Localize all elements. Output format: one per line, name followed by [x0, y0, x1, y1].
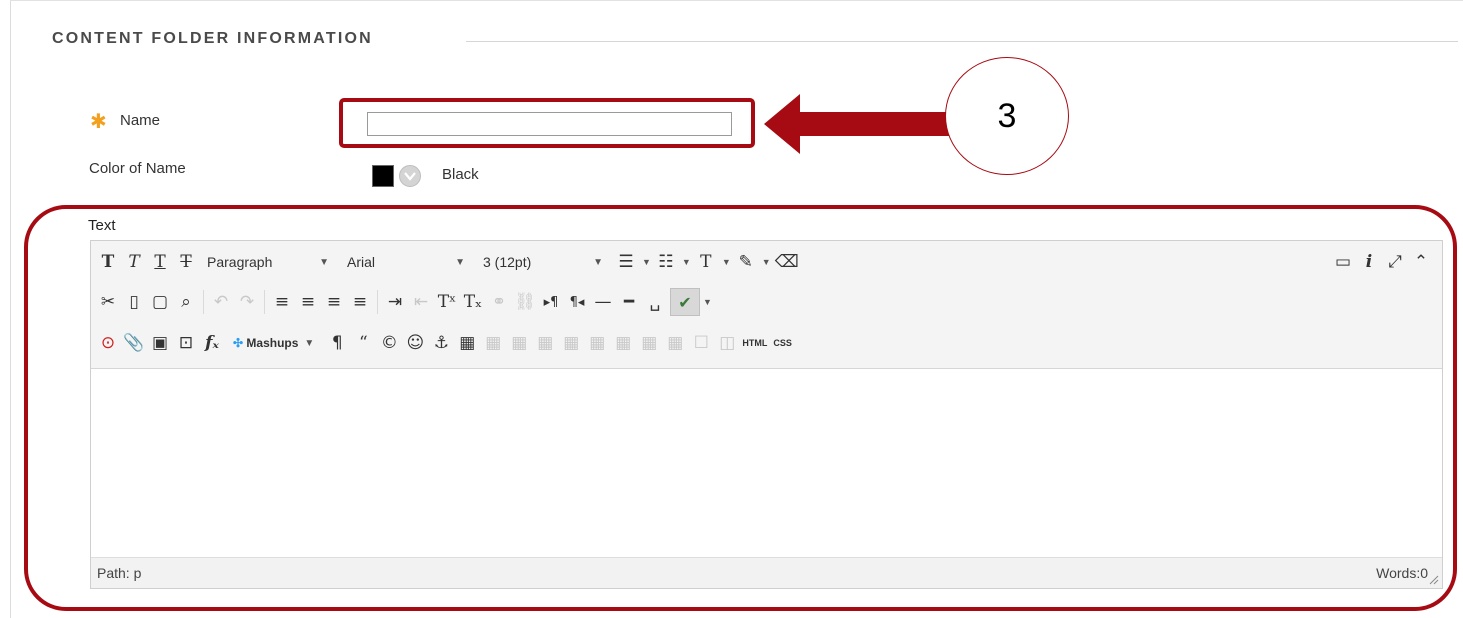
chevron-down-icon	[404, 172, 416, 181]
frame-border-top	[10, 0, 1463, 1]
section-divider	[466, 41, 1458, 42]
callout-arrow-icon	[764, 94, 949, 154]
step-callout: 3	[945, 57, 1069, 175]
color-of-name-label: Color of Name	[89, 160, 186, 177]
editor-highlight	[24, 205, 1457, 611]
name-field-highlight	[339, 98, 755, 148]
section-title: CONTENT FOLDER INFORMATION	[52, 30, 373, 47]
required-asterisk-icon: ✱	[90, 111, 107, 133]
color-swatch[interactable]	[372, 165, 394, 187]
step-number: 3	[997, 96, 1017, 135]
color-dropdown-button[interactable]	[399, 165, 421, 187]
frame-border-left	[10, 0, 11, 618]
color-name-value: Black	[442, 166, 479, 183]
name-label: Name	[120, 112, 161, 129]
